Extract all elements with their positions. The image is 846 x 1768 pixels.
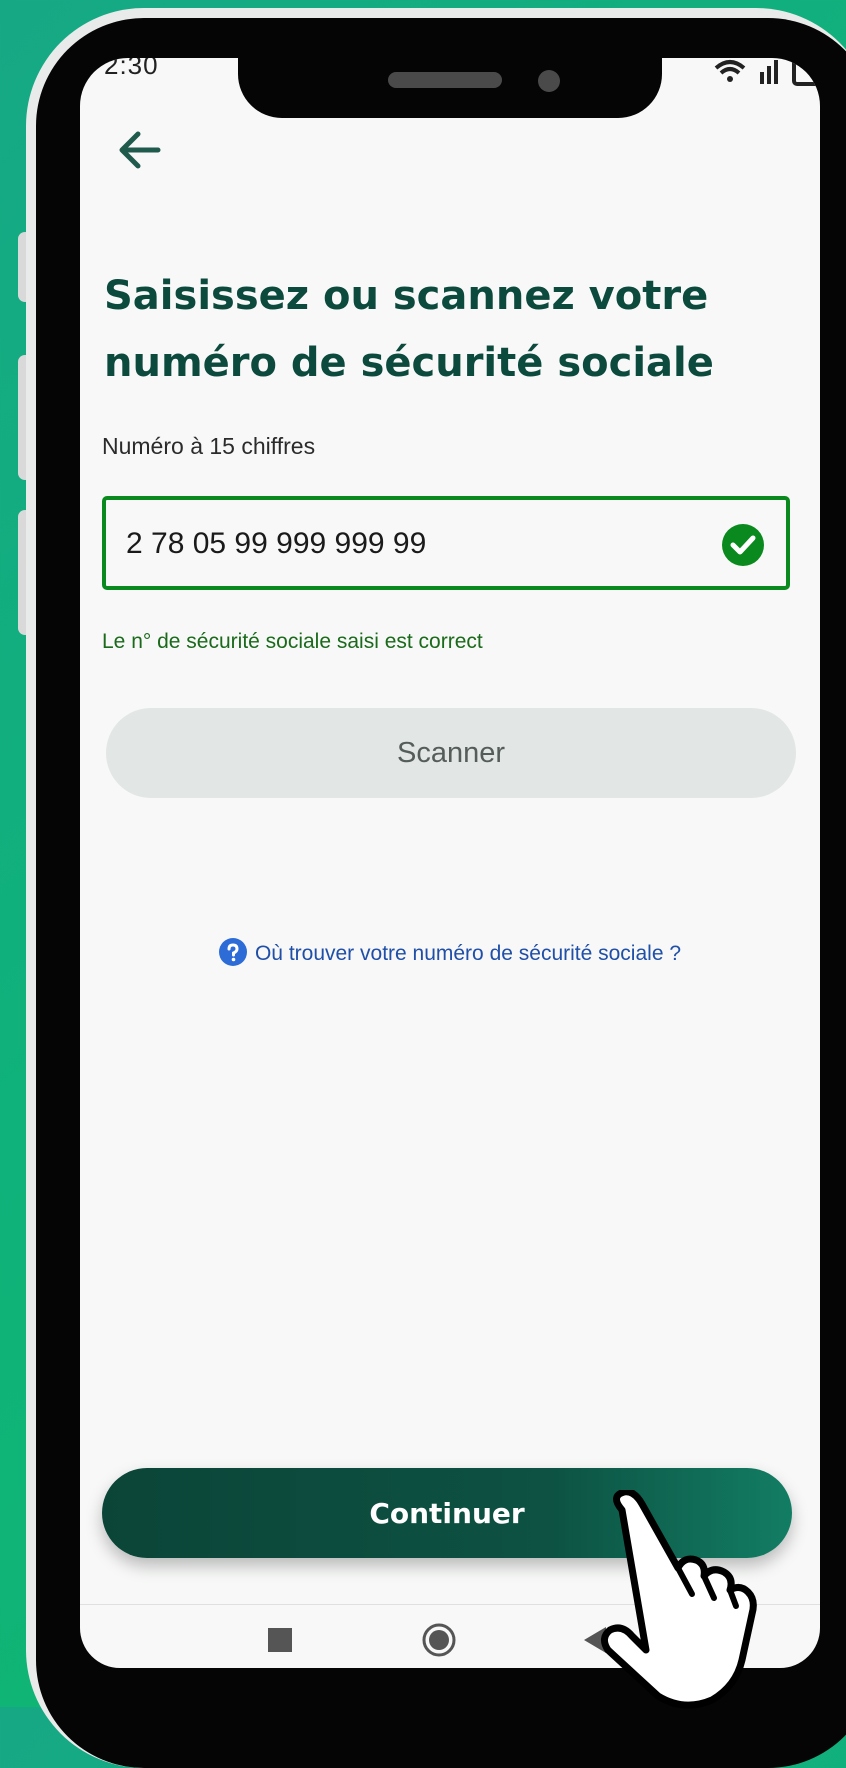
front-camera: [538, 70, 560, 92]
scan-button[interactable]: Scanner: [106, 708, 796, 798]
speaker-grille: [388, 72, 502, 88]
help-link[interactable]: Où trouver votre numéro de sécurité soci…: [80, 938, 820, 966]
hand-pointer-icon: [601, 1490, 757, 1709]
signal-icon: [714, 58, 820, 86]
nss-field-label: Numéro à 15 chiffres: [102, 433, 316, 459]
status-time: 2:30: [104, 58, 159, 80]
question-circle-icon: [218, 938, 247, 966]
validation-message: Le n° de sécurité sociale saisi est corr…: [102, 630, 483, 653]
nss-input-container[interactable]: [102, 496, 790, 590]
nss-input[interactable]: [124, 520, 688, 568]
back-arrow-icon[interactable]: [112, 122, 168, 178]
home-icon[interactable]: [422, 1623, 456, 1657]
app-screen: 2:30 Saisissez ou scannez votre numéro d…: [80, 58, 820, 1668]
check-circle-icon: [722, 524, 764, 566]
recent-apps-icon[interactable]: [268, 1628, 292, 1652]
page-title: Saisissez ou scannez votre numéro de séc…: [104, 273, 714, 386]
help-link-text[interactable]: Où trouver votre numéro de sécurité soci…: [255, 942, 681, 965]
status-icons: [710, 58, 820, 95]
